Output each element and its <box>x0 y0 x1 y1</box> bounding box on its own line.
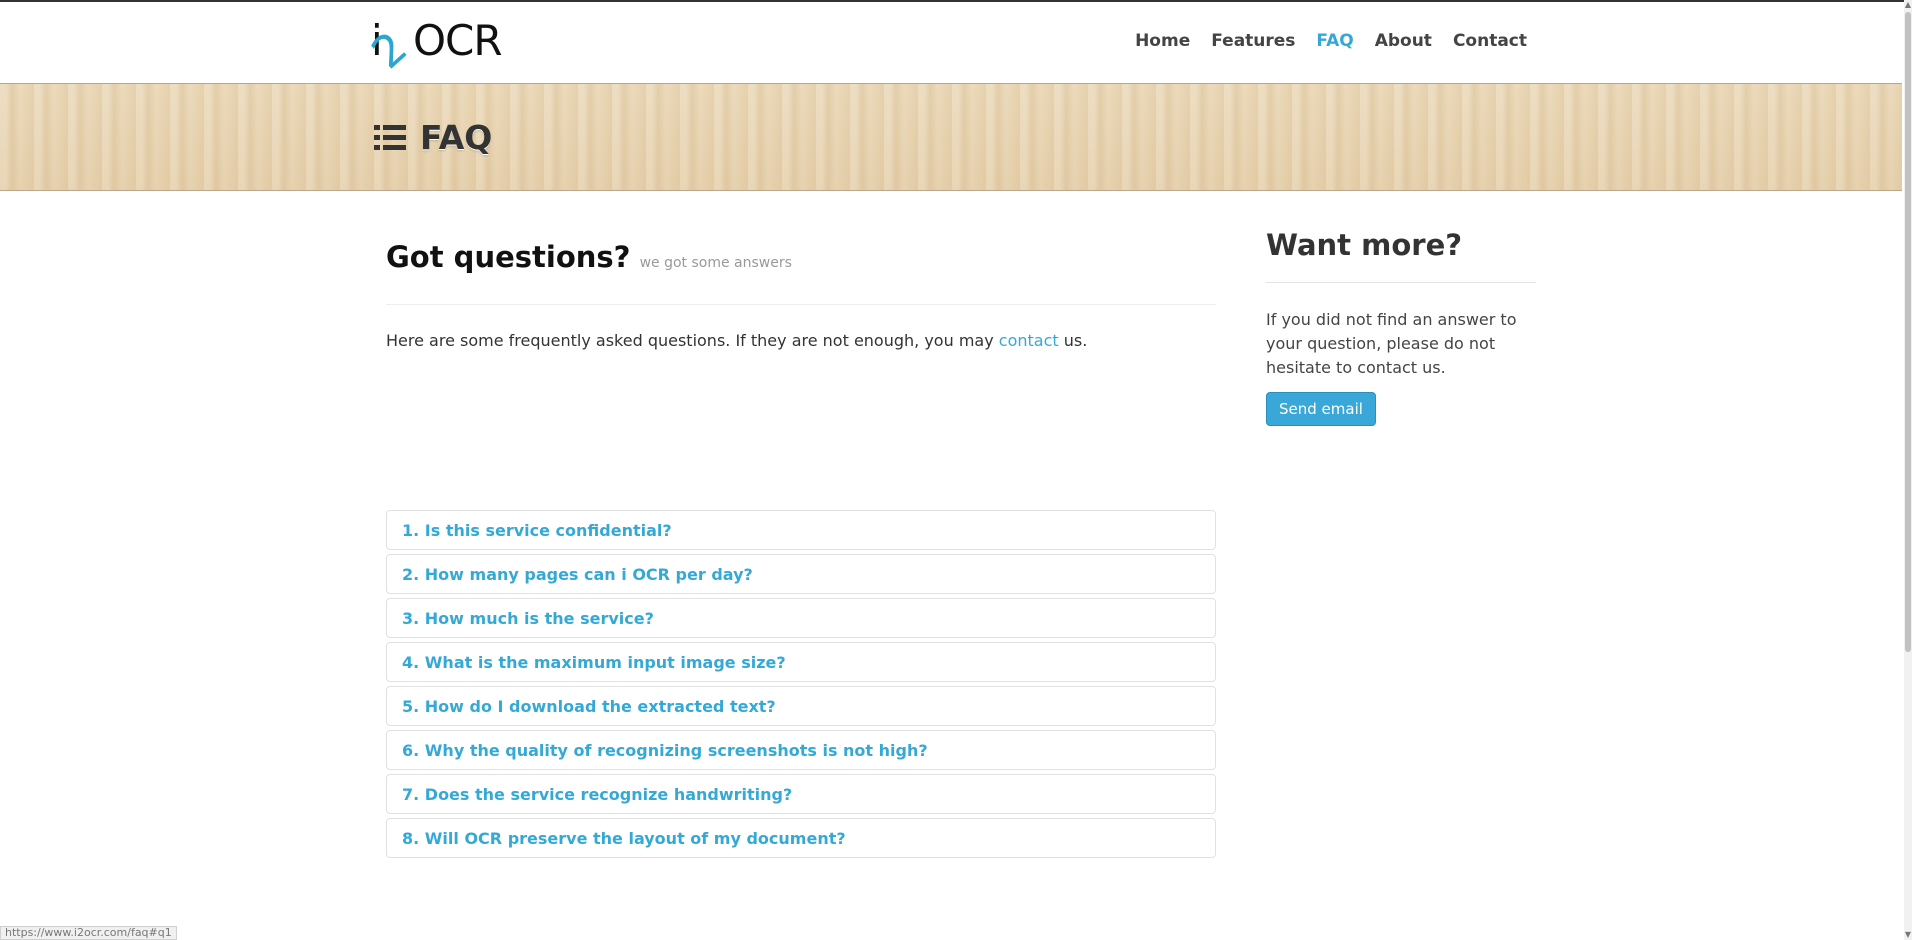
nav-faq[interactable]: FAQ <box>1316 31 1353 51</box>
faq-item[interactable]: 6. Why the quality of recognizing screen… <box>386 730 1216 770</box>
divider <box>386 304 1216 305</box>
navbar: i 2 OCR Home Features FAQ About Contact <box>0 2 1904 83</box>
sidebar: Want more? If you did not find an answer… <box>1266 228 1536 426</box>
faq-question[interactable]: 4. What is the maximum input image size? <box>402 653 786 672</box>
faq-question[interactable]: 1. Is this service confidential? <box>402 521 672 540</box>
send-email-button[interactable]: Send email <box>1266 392 1376 426</box>
scroll-down-icon[interactable]: ▼ <box>1904 930 1912 940</box>
sidebar-divider <box>1266 282 1536 283</box>
intro-before: Here are some frequently asked questions… <box>386 331 999 350</box>
faq-list: 1. Is this service confidential? 2. How … <box>386 510 1216 862</box>
main-heading: Got questions? we got some answers <box>386 240 1216 274</box>
scrollbar-thumb[interactable] <box>1905 12 1911 652</box>
logo-two: 2 <box>362 22 418 79</box>
faq-question[interactable]: 5. How do I download the extracted text? <box>402 697 776 716</box>
nav-contact[interactable]: Contact <box>1453 31 1527 51</box>
site-logo[interactable]: i 2 OCR <box>362 16 503 79</box>
nav-about[interactable]: About <box>1375 31 1432 51</box>
faq-question[interactable]: 7. Does the service recognize handwritin… <box>402 785 792 804</box>
contact-link[interactable]: contact <box>999 331 1059 350</box>
faq-question[interactable]: 3. How much is the service? <box>402 609 654 628</box>
scrollbar[interactable]: ▲ ▼ <box>1904 0 1912 940</box>
faq-question[interactable]: 2. How many pages can i OCR per day? <box>402 565 753 584</box>
faq-question[interactable]: 6. Why the quality of recognizing screen… <box>402 741 928 760</box>
nav-features[interactable]: Features <box>1211 31 1295 51</box>
intro-text: Here are some frequently asked questions… <box>386 331 1087 350</box>
page-title: FAQ <box>420 118 493 157</box>
faq-item[interactable]: 4. What is the maximum input image size? <box>386 642 1216 682</box>
nav-home[interactable]: Home <box>1135 31 1190 51</box>
logo-ocr: OCR <box>413 16 503 65</box>
main-heading-subtitle: we got some answers <box>639 255 792 271</box>
scroll-up-icon[interactable]: ▲ <box>1904 0 1912 10</box>
sidebar-heading: Want more? <box>1266 228 1463 262</box>
faq-item[interactable]: 1. Is this service confidential? <box>386 510 1216 550</box>
main-nav: Home Features FAQ About Contact <box>1135 31 1527 51</box>
faq-item[interactable]: 2. How many pages can i OCR per day? <box>386 554 1216 594</box>
intro-after: us. <box>1058 331 1088 350</box>
faq-question[interactable]: 8. Will OCR preserve the layout of my do… <box>402 829 846 848</box>
status-url: https://www.i2ocr.com/faq#q1 <box>0 926 177 940</box>
faq-item[interactable]: 3. How much is the service? <box>386 598 1216 638</box>
faq-item[interactable]: 8. Will OCR preserve the layout of my do… <box>386 818 1216 858</box>
main-heading-title: Got questions? <box>386 240 631 274</box>
list-icon <box>374 124 406 152</box>
banner-title: FAQ <box>374 118 492 157</box>
sidebar-text: If you did not find an answer to your qu… <box>1266 310 1517 377</box>
faq-item[interactable]: 5. How do I download the extracted text? <box>386 686 1216 726</box>
faq-item[interactable]: 7. Does the service recognize handwritin… <box>386 774 1216 814</box>
page-banner: FAQ <box>0 83 1902 191</box>
